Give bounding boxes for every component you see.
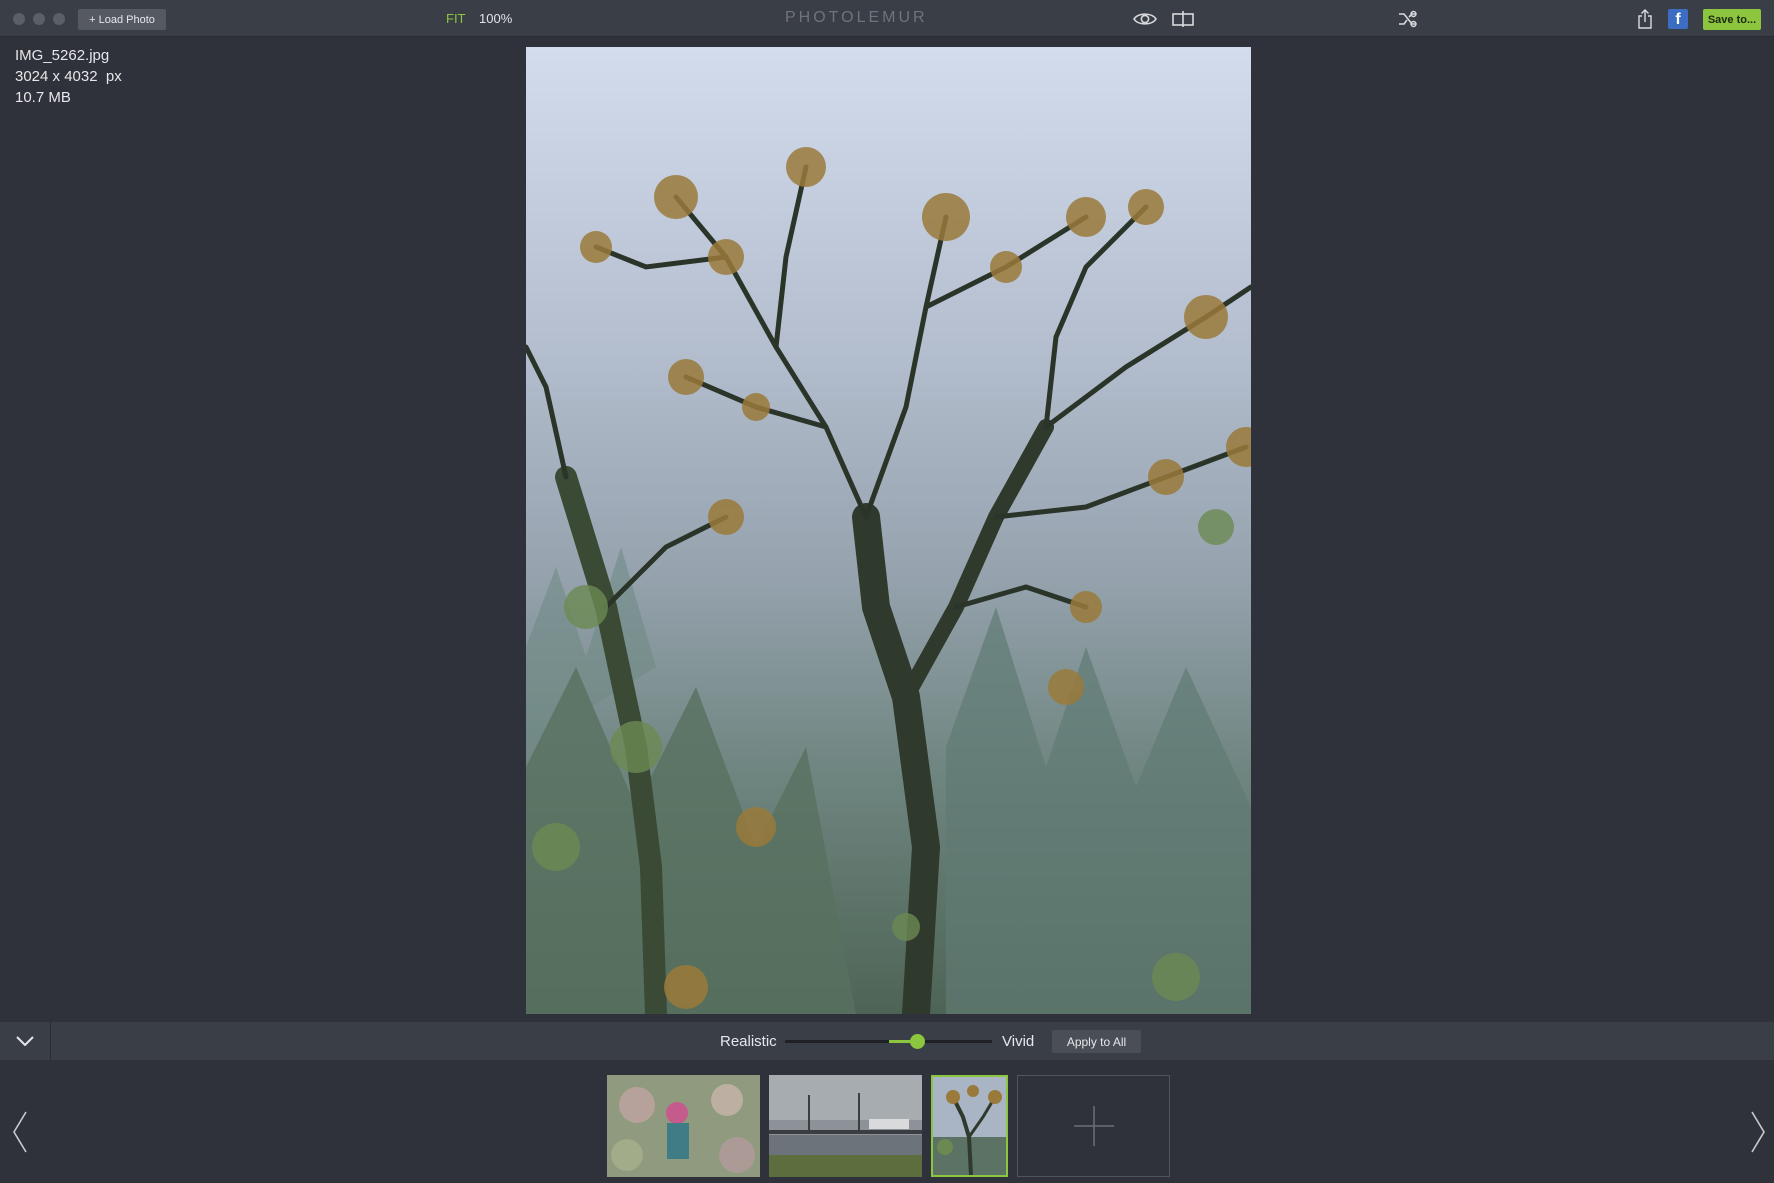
window-minimize-button[interactable] [33,13,45,25]
thumbnail-flowers-portrait[interactable] [607,1075,760,1177]
toolbar: + Load Photo FIT 100% PHOTOLEMUR f Save … [0,0,1774,37]
adjustment-bar: Realistic Vivid Apply to All [0,1022,1774,1060]
previous-arrow-icon[interactable] [10,1110,30,1154]
thumbnail-bridge-river[interactable] [769,1075,922,1177]
file-info: IMG_5262.jpg 3024 x 4032 px 10.7 MB [15,45,122,108]
next-arrow-icon[interactable] [1748,1110,1768,1154]
slider-right-label: Vivid [1002,1033,1035,1050]
slider-left-label: Realistic [720,1033,777,1050]
eye-icon[interactable] [1132,8,1158,30]
fit-zoom-button[interactable]: FIT [446,11,466,26]
file-size: 10.7 MB [15,89,71,106]
photo-preview [526,47,1251,1014]
apply-to-all-button[interactable]: Apply to All [1052,1030,1141,1053]
save-to-button[interactable]: Save to... [1703,9,1761,30]
intensity-slider[interactable] [785,1034,992,1049]
load-photo-button[interactable]: + Load Photo [78,9,166,30]
slider-thumb[interactable] [910,1034,925,1049]
compare-split-icon[interactable] [1170,8,1196,30]
window-close-button[interactable] [13,13,25,25]
zoom-100-button[interactable]: 100% [479,11,512,26]
facebook-letter: f [1675,11,1681,28]
share-icon[interactable] [1632,8,1658,30]
facebook-icon[interactable]: f [1668,9,1688,29]
app-title: PHOTOLEMUR [785,9,928,26]
shuffle-icon[interactable] [1395,8,1421,30]
chevron-down-icon [16,1036,34,1046]
add-photo-slot[interactable] [1017,1075,1170,1177]
thumbnail-misty-tree[interactable] [931,1075,1008,1177]
file-dimensions: 3024 x 4032 px [15,68,122,85]
plus-icon [1073,1106,1114,1146]
collapse-panel-button[interactable] [0,1022,51,1060]
filmstrip [0,1060,1774,1183]
window-zoom-button[interactable] [53,13,65,25]
file-name: IMG_5262.jpg [15,47,110,64]
